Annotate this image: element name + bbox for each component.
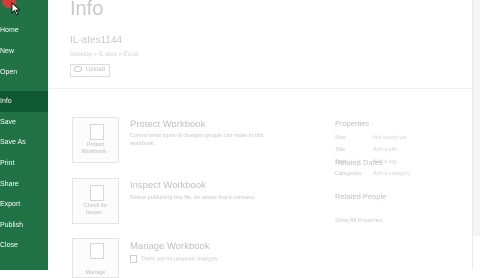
nav-item-publish[interactable]: Publish bbox=[0, 217, 48, 235]
nav-item-home[interactable]: Home bbox=[0, 22, 48, 40]
show-all-properties-link[interactable]: Show All Properties bbox=[335, 218, 383, 224]
protect-workbook-button[interactable]: Protect Workbook · bbox=[72, 117, 119, 163]
scrollbar[interactable] bbox=[473, 0, 480, 236]
check-for-issues-button[interactable]: Check for Issues · bbox=[72, 178, 119, 224]
properties-dropdown[interactable]: Properties · bbox=[335, 119, 374, 128]
lock-icon bbox=[90, 124, 104, 140]
info-pane: Info IL-ates1144 Desktop » IL-ates » Exc… bbox=[48, 0, 480, 278]
manage-workbook-button[interactable]: Manage bbox=[72, 238, 119, 278]
protect-card-label: Protect Workbook · bbox=[81, 142, 110, 155]
upload-button[interactable]: Upload bbox=[70, 64, 110, 77]
divider bbox=[48, 88, 480, 89]
inspect-workbook-title: Inspect Workbook bbox=[130, 180, 206, 191]
prop-value-categories[interactable]: Add a category bbox=[373, 171, 410, 177]
related-dates-heading: Related Dates bbox=[335, 158, 383, 167]
backstage-sidebar: Home New Open Info Save Save As Print Sh… bbox=[0, 0, 48, 270]
document-path[interactable]: Desktop » IL-ates » Excel bbox=[70, 52, 138, 58]
document-icon bbox=[130, 255, 137, 263]
mouse-cursor-icon bbox=[11, 2, 21, 16]
nav-item-share[interactable]: Share bbox=[0, 176, 48, 194]
protect-workbook-title: Protect Workbook bbox=[130, 119, 206, 130]
nav-item-print[interactable]: Print bbox=[0, 155, 48, 173]
nav-item-close[interactable]: Close bbox=[0, 237, 48, 255]
nav-item-open[interactable]: Open bbox=[0, 64, 48, 82]
nav-item-export[interactable]: Export bbox=[0, 196, 48, 214]
manage-workbook-icon bbox=[90, 243, 104, 259]
page-title: Info bbox=[70, 0, 104, 20]
prop-value-title[interactable]: Add a title bbox=[373, 147, 397, 153]
prop-value-size: Not saved yet bbox=[373, 135, 407, 141]
manage-workbook-title: Manage Workbook bbox=[130, 241, 210, 252]
document-name: IL-ates1144 bbox=[70, 35, 123, 46]
upload-label: Upload bbox=[86, 67, 106, 73]
cloud-upload-icon bbox=[74, 66, 82, 73]
inspect-card-label: Check for Issues · bbox=[83, 203, 108, 216]
nav-item-info[interactable]: Info bbox=[0, 91, 48, 112]
nav-item-save-as[interactable]: Save As bbox=[0, 134, 48, 152]
nav-item-new[interactable]: New bbox=[0, 43, 48, 61]
prop-label-categories: Categories bbox=[335, 171, 362, 177]
inspect-document-icon bbox=[90, 185, 104, 201]
manage-card-label: Manage bbox=[85, 270, 106, 276]
inspect-workbook-desc: Before publishing this file, be aware th… bbox=[130, 195, 256, 201]
nav-item-save[interactable]: Save bbox=[0, 114, 48, 132]
prop-label-size: Size bbox=[335, 135, 346, 141]
manage-workbook-desc: There are no unsaved changes. bbox=[130, 255, 300, 263]
protect-workbook-desc: Control what types of changes people can… bbox=[130, 133, 264, 147]
related-people-heading: Related People bbox=[335, 192, 387, 201]
prop-label-title: Title bbox=[335, 147, 346, 153]
